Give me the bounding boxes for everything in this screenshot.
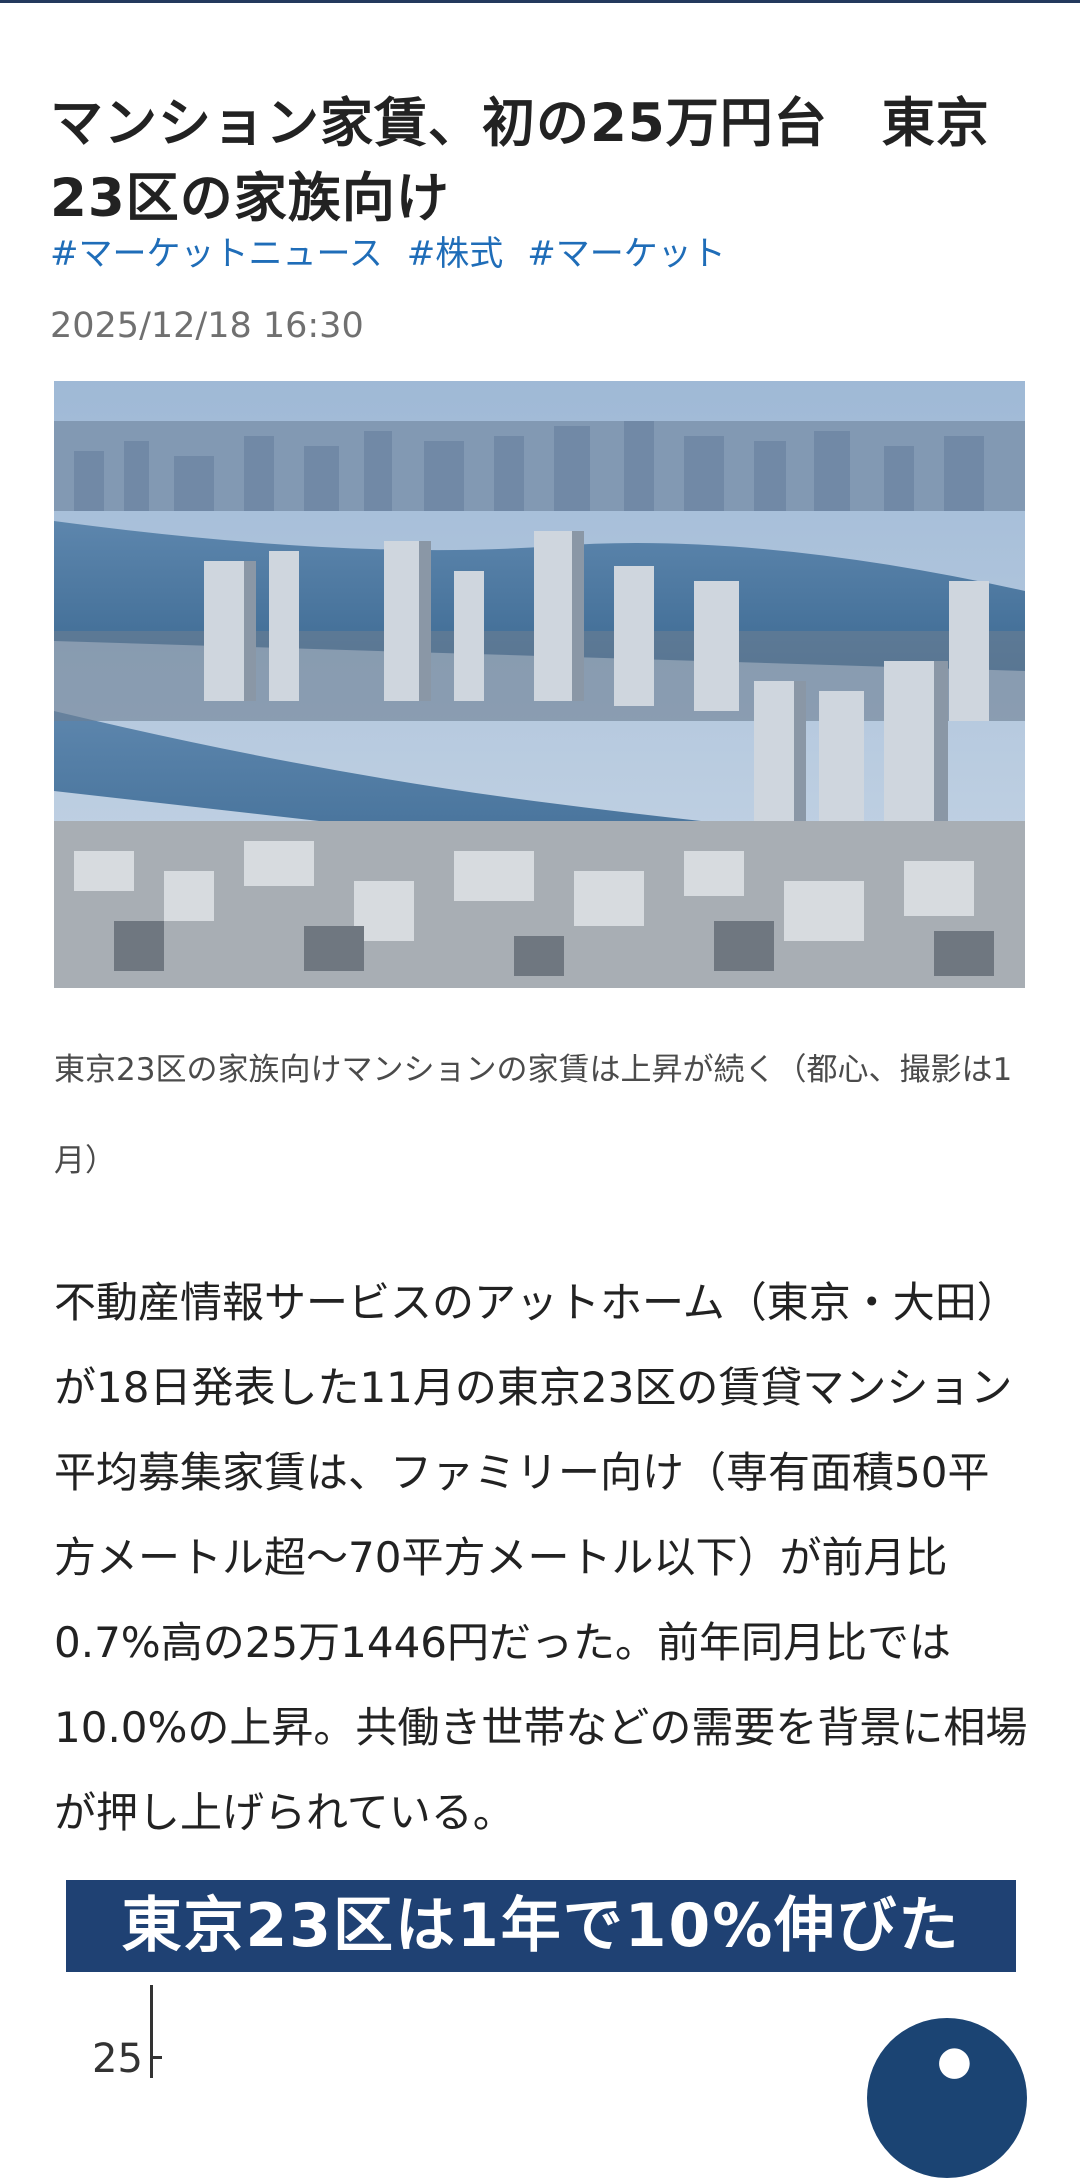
top-accent-bar <box>0 0 1080 3</box>
article-title: マンション家賃、初の25万円台 東京23区の家族向け <box>50 92 990 229</box>
publish-date: 2025/12/18 16:30 <box>50 306 364 346</box>
infographic-title: 東京23区は1年で10%伸びた <box>121 1891 961 1961</box>
chart-y-tick <box>150 2056 162 2059</box>
floating-action-button[interactable]: ● <box>867 2018 1027 2178</box>
fab-icon: ● <box>937 2038 972 2084</box>
article-photo <box>54 381 1025 988</box>
photo-caption: 東京23区の家族向けマンションの家賃は上昇が続く（都心、撮影は1月） <box>54 1052 1013 1179</box>
tag-market[interactable]: #マーケット <box>527 226 726 275</box>
infographic-banner: 東京23区は1年で10%伸びた <box>66 1880 1016 1972</box>
article-body: 不動産情報サービスのアットホーム（東京・大田）が18日発表した11月の東京23区… <box>54 1278 1028 1837</box>
tag-list: #マーケットニュース #株式 #マーケット <box>50 226 726 275</box>
tag-market-news[interactable]: #マーケットニュース <box>50 226 383 275</box>
tag-stocks[interactable]: #株式 <box>407 226 504 275</box>
chart-y-axis <box>150 1985 153 2078</box>
chart-y-tick-label: 25 <box>92 2036 143 2082</box>
